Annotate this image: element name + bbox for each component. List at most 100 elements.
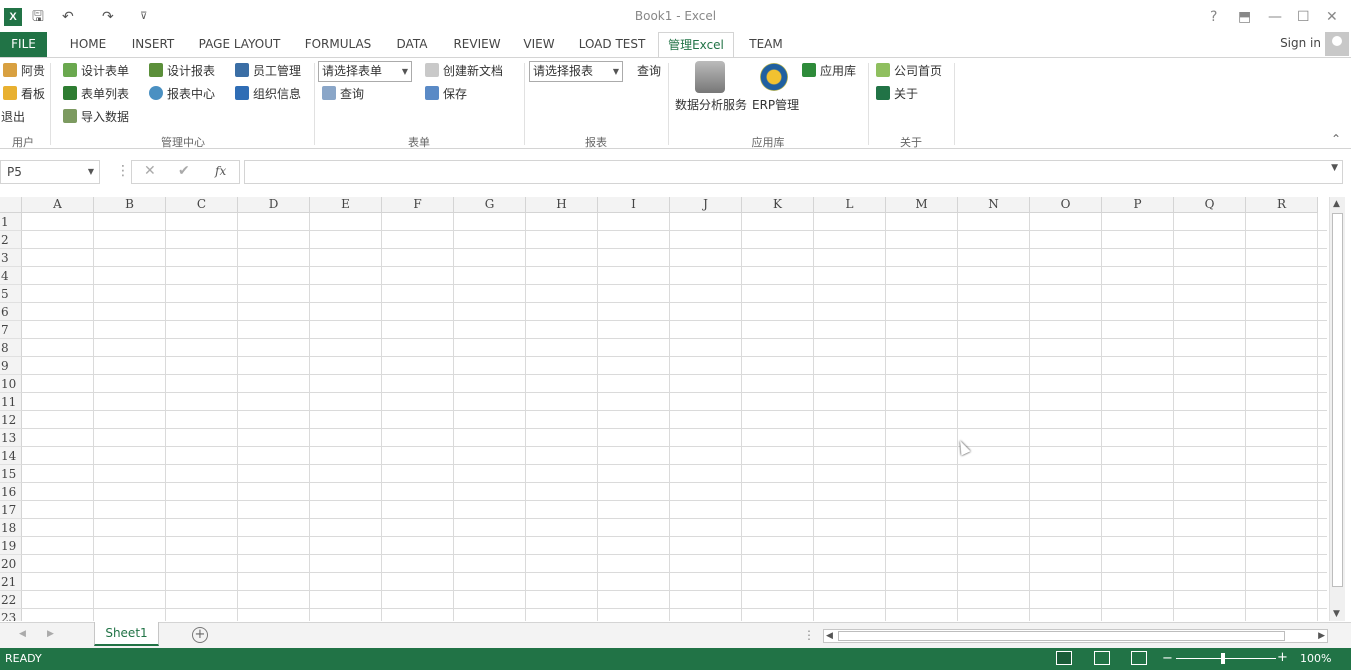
column-header[interactable]: B: [94, 197, 166, 213]
row-header[interactable]: 2: [0, 231, 22, 249]
row-header[interactable]: 19: [0, 537, 22, 555]
row-header[interactable]: 14: [0, 447, 22, 465]
tab-home[interactable]: HOME: [62, 32, 114, 57]
split-handle-icon[interactable]: ⋮: [803, 628, 815, 642]
tab-team[interactable]: TEAM: [742, 32, 790, 57]
row-header[interactable]: 1: [0, 213, 22, 231]
column-header[interactable]: I: [598, 197, 670, 213]
column-header[interactable]: F: [382, 197, 454, 213]
zoom-out-button[interactable]: −: [1162, 651, 1173, 666]
page-break-view-icon[interactable]: [1131, 651, 1147, 665]
cancel-formula-icon[interactable]: ✕: [144, 160, 156, 184]
drag-handle-icon[interactable]: ⋮: [116, 160, 130, 184]
column-header[interactable]: E: [310, 197, 382, 213]
row-header[interactable]: 13: [0, 429, 22, 447]
vertical-scrollbar[interactable]: ▲ ▼: [1329, 197, 1345, 621]
design-report-button[interactable]: 设计报表: [149, 61, 215, 81]
horizontal-scrollbar[interactable]: ◀ ▶: [823, 629, 1328, 643]
insert-function-icon[interactable]: fx: [215, 160, 226, 184]
next-sheet-icon[interactable]: ▶: [47, 629, 54, 639]
column-header[interactable]: G: [454, 197, 526, 213]
column-header[interactable]: P: [1102, 197, 1174, 213]
maximize-button[interactable]: ☐: [1297, 7, 1310, 27]
tab-formulas[interactable]: FORMULAS: [298, 32, 378, 57]
zoom-in-button[interactable]: +: [1277, 650, 1288, 665]
enter-formula-icon[interactable]: ✔: [178, 160, 190, 184]
tab-review[interactable]: REVIEW: [448, 32, 506, 57]
row-header[interactable]: 10: [0, 375, 22, 393]
row-header[interactable]: 5: [0, 285, 22, 303]
import-data-button[interactable]: 导入数据: [63, 107, 129, 127]
row-header[interactable]: 8: [0, 339, 22, 357]
row-header[interactable]: 3: [0, 249, 22, 267]
report-query-button[interactable]: 查询: [637, 61, 661, 81]
vertical-scroll-thumb[interactable]: [1332, 213, 1343, 587]
select-all-corner[interactable]: [0, 197, 22, 213]
column-header[interactable]: K: [742, 197, 814, 213]
save-form-button[interactable]: 保存: [425, 84, 467, 104]
form-query-button[interactable]: 查询: [322, 84, 364, 104]
report-center-button[interactable]: 报表中心: [149, 84, 215, 104]
scroll-down-icon[interactable]: ▼: [1333, 609, 1340, 619]
tab-file[interactable]: FILE: [0, 32, 47, 57]
row-header[interactable]: 16: [0, 483, 22, 501]
tab-page-layout[interactable]: PAGE LAYOUT: [192, 32, 287, 57]
row-header[interactable]: 17: [0, 501, 22, 519]
zoom-slider[interactable]: [1176, 658, 1276, 659]
row-header[interactable]: 22: [0, 591, 22, 609]
kanban-button[interactable]: 看板: [3, 84, 45, 104]
sign-in-link[interactable]: Sign in: [1280, 36, 1321, 50]
scroll-right-icon[interactable]: ▶: [1318, 631, 1325, 641]
zoom-level[interactable]: 100%: [1300, 652, 1331, 665]
erp-management-button[interactable]: ERP管理: [752, 95, 799, 115]
column-header[interactable]: D: [238, 197, 310, 213]
page-layout-view-icon[interactable]: [1094, 651, 1110, 665]
help-button[interactable]: ?: [1210, 7, 1217, 27]
formula-input[interactable]: ▼: [244, 160, 1343, 184]
company-homepage-button[interactable]: 公司首页: [876, 61, 942, 81]
sheet-tab-sheet1[interactable]: Sheet1: [94, 622, 159, 646]
row-header[interactable]: 6: [0, 303, 22, 321]
horizontal-scroll-thumb[interactable]: [838, 631, 1285, 641]
org-info-button[interactable]: 组织信息: [235, 84, 301, 104]
row-header[interactable]: 23: [0, 609, 22, 621]
close-button[interactable]: ✕: [1326, 7, 1338, 27]
tab-view[interactable]: VIEW: [517, 32, 561, 57]
agui-button[interactable]: 阿贵: [3, 61, 45, 81]
zoom-slider-thumb[interactable]: [1221, 653, 1225, 664]
normal-view-icon[interactable]: [1056, 651, 1072, 665]
row-header[interactable]: 21: [0, 573, 22, 591]
new-document-button[interactable]: 创建新文档: [425, 61, 503, 81]
column-header[interactable]: Q: [1174, 197, 1246, 213]
tab-data[interactable]: DATA: [388, 32, 436, 57]
tab-manage-excel[interactable]: 管理Excel: [658, 32, 734, 58]
select-form-dropdown[interactable]: 请选择表单 ▼: [318, 61, 412, 82]
row-header[interactable]: 20: [0, 555, 22, 573]
row-header[interactable]: 15: [0, 465, 22, 483]
scroll-up-icon[interactable]: ▲: [1333, 199, 1340, 209]
tab-load-test[interactable]: LOAD TEST: [574, 32, 650, 57]
scroll-left-icon[interactable]: ◀: [826, 631, 833, 641]
ribbon-display-options-button[interactable]: ⬒: [1238, 7, 1251, 27]
row-header[interactable]: 18: [0, 519, 22, 537]
column-header[interactable]: O: [1030, 197, 1102, 213]
chevron-down-icon[interactable]: ▼: [88, 161, 94, 183]
add-sheet-button[interactable]: +: [192, 627, 208, 643]
column-header[interactable]: M: [886, 197, 958, 213]
column-header[interactable]: R: [1246, 197, 1318, 213]
row-header[interactable]: 12: [0, 411, 22, 429]
column-header[interactable]: C: [166, 197, 238, 213]
staff-management-button[interactable]: 员工管理: [235, 61, 301, 81]
row-header[interactable]: 11: [0, 393, 22, 411]
minimize-button[interactable]: —: [1268, 7, 1282, 27]
about-button[interactable]: 关于: [876, 84, 918, 104]
form-list-button[interactable]: 表单列表: [63, 84, 129, 104]
app-store-button[interactable]: 应用库: [802, 61, 856, 81]
column-header[interactable]: L: [814, 197, 886, 213]
column-header[interactable]: H: [526, 197, 598, 213]
logout-button[interactable]: 退出: [1, 107, 25, 127]
prev-sheet-icon[interactable]: ◀: [19, 629, 26, 639]
row-header[interactable]: 9: [0, 357, 22, 375]
cell-area[interactable]: [22, 213, 1327, 621]
tab-insert[interactable]: INSERT: [124, 32, 182, 57]
